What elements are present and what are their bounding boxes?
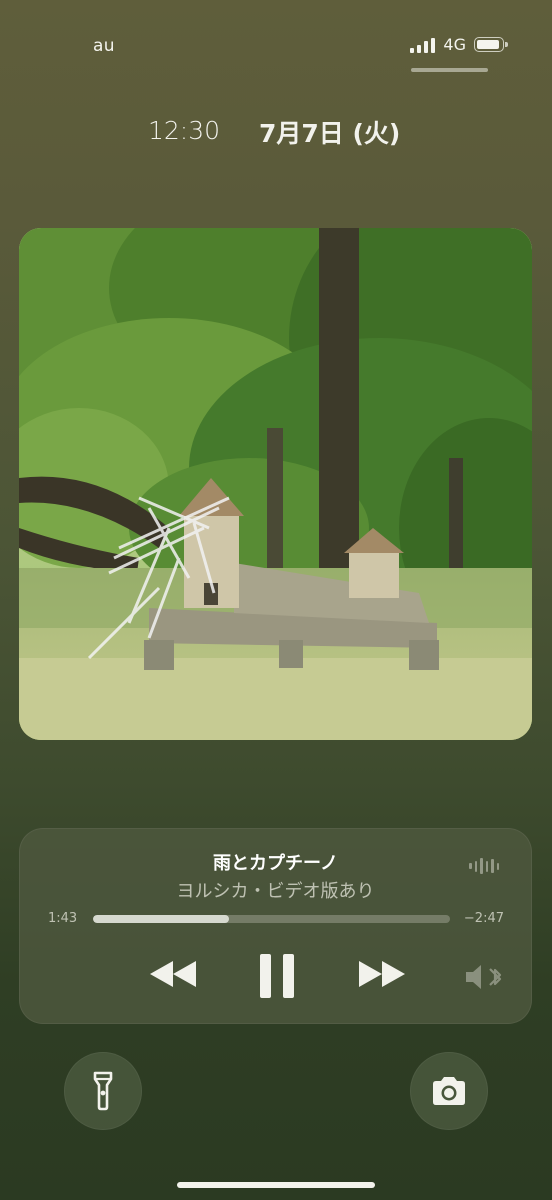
flashlight-button[interactable] <box>64 1052 142 1130</box>
progress-scrubber[interactable] <box>93 915 450 923</box>
network-type: 4G <box>443 35 466 54</box>
album-artwork <box>19 228 532 740</box>
rewind-icon <box>150 961 196 987</box>
date: 7月7日 (火) <box>259 119 401 148</box>
status-icons: 4G <box>410 35 508 54</box>
camera-button[interactable] <box>410 1052 488 1130</box>
progress-fill <box>93 915 229 923</box>
fast-forward-icon <box>359 961 405 987</box>
camera-icon <box>433 1077 465 1105</box>
fast-forward-button[interactable] <box>356 959 408 989</box>
flashlight-icon <box>93 1071 113 1111</box>
battery-level <box>477 40 499 49</box>
carrier-label: au <box>93 36 115 56</box>
clock-row: 12:30 7月7日 (火) <box>0 112 552 152</box>
song-artist[interactable]: ヨルシカ・ビデオ版あり <box>20 877 531 903</box>
now-playing-card[interactable]: 雨とカプチーノ ヨルシカ・ビデオ版あり 1:43 −2:47 <box>19 828 532 1024</box>
time: 12:30 <box>148 116 221 145</box>
cellular-signal-icon <box>410 37 436 53</box>
remaining-time: −2:47 <box>463 911 504 926</box>
control-center-indicator[interactable] <box>411 68 488 72</box>
audio-output-button[interactable] <box>464 963 506 991</box>
pause-icon <box>260 954 294 998</box>
song-title[interactable]: 雨とカプチーノ <box>20 849 531 875</box>
rewind-button[interactable] <box>147 959 199 989</box>
audio-output-icon <box>466 965 502 989</box>
pause-button[interactable] <box>258 953 296 999</box>
home-indicator[interactable] <box>177 1182 375 1188</box>
waveform-icon <box>469 857 499 875</box>
elapsed-time: 1:43 <box>48 911 78 926</box>
battery-icon <box>474 37 508 52</box>
